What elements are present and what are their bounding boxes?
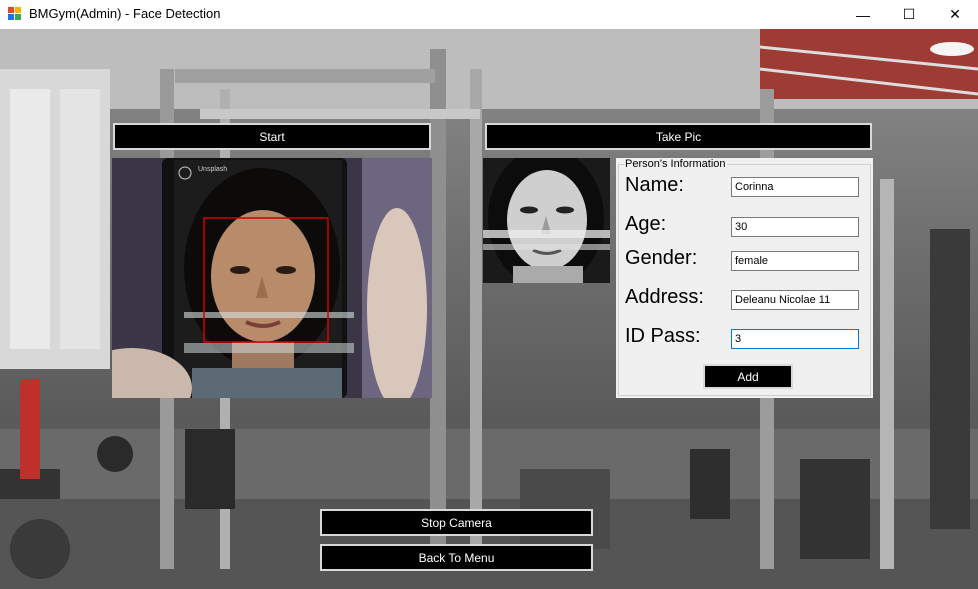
person-information-group: Person's Information Name: Age: Gender: … [616, 158, 873, 398]
captured-face-image [483, 158, 610, 283]
start-button[interactable]: Start [113, 123, 431, 150]
camera-overlay-text: Unsplash [198, 166, 228, 173]
title-bar: BMGym(Admin) - Face Detection — ☐ ✕ [0, 0, 978, 29]
gender-label: Gender: [625, 247, 698, 269]
group-border [618, 164, 871, 396]
maximize-button[interactable]: ☐ [886, 0, 932, 29]
camera-feed: Unsplash [112, 158, 432, 398]
age-input[interactable] [731, 217, 859, 237]
add-button[interactable]: Add [703, 364, 793, 389]
gender-input[interactable] [731, 251, 859, 271]
name-input[interactable] [731, 177, 859, 197]
id-pass-label: ID Pass: [625, 325, 701, 347]
minimize-button[interactable]: — [840, 0, 886, 29]
window-title: BMGym(Admin) - Face Detection [29, 6, 221, 21]
app-icon [8, 7, 22, 21]
stop-camera-button[interactable]: Stop Camera [320, 509, 593, 536]
address-input[interactable] [731, 290, 859, 310]
take-pic-button[interactable]: Take Pic [485, 123, 872, 150]
address-label: Address: [625, 286, 704, 308]
name-label: Name: [625, 174, 684, 196]
id-pass-input[interactable] [731, 329, 859, 349]
group-title: Person's Information [624, 158, 727, 170]
close-button[interactable]: ✕ [932, 0, 978, 29]
back-to-menu-button[interactable]: Back To Menu [320, 544, 593, 571]
age-label: Age: [625, 213, 667, 235]
